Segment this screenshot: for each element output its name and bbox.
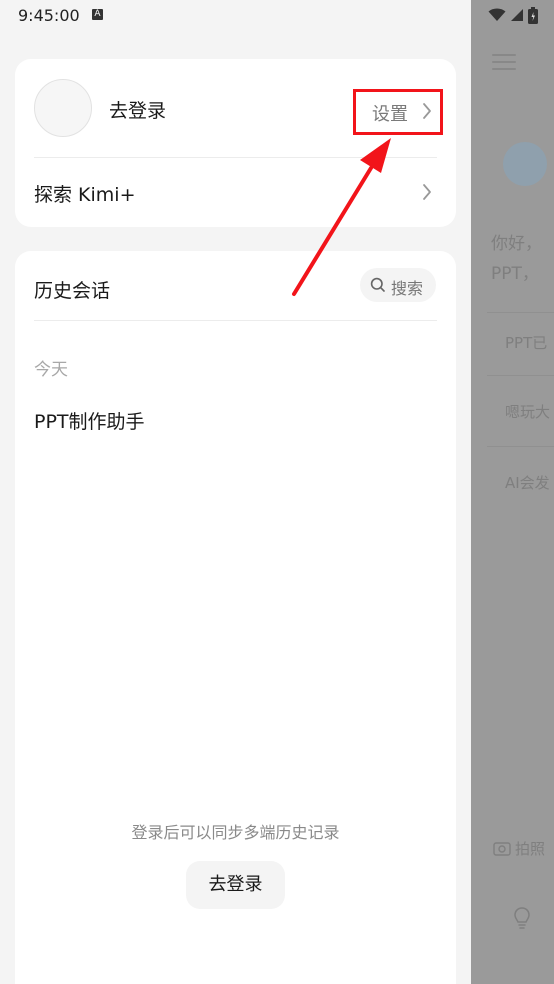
status-bar: 9:45:00 A [0,0,554,32]
suggestion-item: PPT已 [505,334,548,352]
status-time: 9:45:00 [18,6,80,25]
wifi-icon [488,8,506,21]
chevron-right-icon [423,184,431,200]
section-today-label: 今天 [34,360,68,380]
camera-icon [493,842,511,856]
divider [487,375,554,376]
settings-label: 设置 [372,104,408,125]
divider [487,312,554,313]
history-item[interactable]: PPT制作助手 [34,407,145,434]
explore-label: 探索 Kimi+ [34,184,136,206]
signal-icon [511,9,523,21]
divider [487,446,554,447]
photo-action-label: 拍照 [515,840,546,858]
suggestion-item: 嗯玩大 [505,403,551,421]
history-title: 历史会话 [34,280,111,302]
assistant-avatar [503,142,547,186]
greeting-line-2: PPT， [491,264,539,284]
divider [34,320,437,321]
battery-icon [528,6,538,24]
login-button[interactable]: 去登录 [186,861,285,909]
avatar[interactable] [34,79,92,137]
settings-button[interactable]: 设置 [353,89,443,135]
accessibility-a-icon: A [92,9,103,20]
search-label: 搜索 [391,279,424,298]
sync-tip: 登录后可以同步多端历史记录 [131,823,340,842]
history-card: 历史会话 搜索 今天 PPT制作助手 登录后可以同步多端历史记录 去登录 [15,251,456,984]
chevron-right-icon [423,103,431,119]
go-login-link[interactable]: 去登录 [109,96,166,123]
profile-card: 去登录 设置 探索 Kimi+ [15,59,456,227]
search-icon [370,277,385,292]
suggestion-item: AI会发 [505,474,550,492]
greeting-line-1: 你好， [491,234,542,254]
lightbulb-icon [514,907,530,929]
search-button[interactable]: 搜索 [360,268,436,302]
explore-kimi-plus-row[interactable]: 探索 Kimi+ [15,157,456,227]
navigation-drawer: 去登录 设置 探索 Kimi+ 历史会话 搜索 今天 PPT制作助手 登录后可以… [0,0,471,984]
menu-icon [492,54,516,70]
status-icons [488,6,538,24]
dimmed-chat-background[interactable]: 你好， PPT， PPT已 嗯玩大 AI会发 拍照 [471,0,554,984]
